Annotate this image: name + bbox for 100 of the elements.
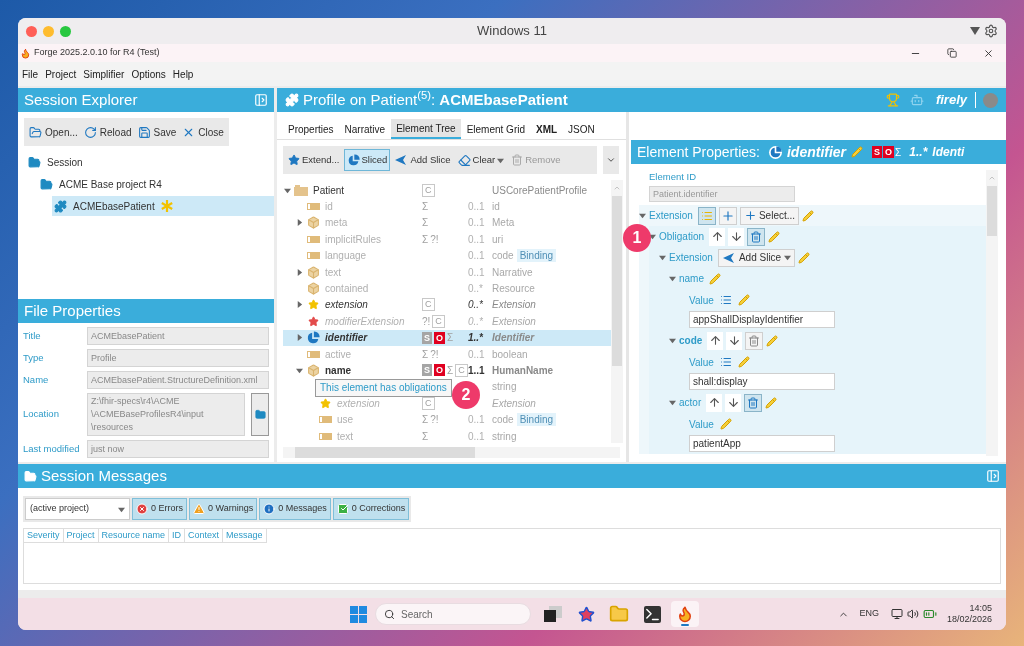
move-up-button[interactable] <box>706 393 723 412</box>
star-icon <box>577 605 595 623</box>
panel-title: File Properties <box>24 300 121 321</box>
add-slice-button[interactable]: Add Slice <box>717 248 796 267</box>
field-icon <box>318 416 332 424</box>
expand-arrow-icon[interactable] <box>295 219 303 227</box>
language-indicator[interactable]: ENG <box>859 607 879 621</box>
move-up-button[interactable] <box>709 227 726 246</box>
session-tree-item[interactable]: ACME Base project R4 <box>40 174 274 194</box>
caret-icon[interactable] <box>497 156 505 164</box>
tab[interactable]: Element Grid <box>461 119 530 139</box>
network-icon[interactable] <box>890 608 903 620</box>
move-up-button[interactable] <box>707 331 724 350</box>
value-field[interactable]: patientApp <box>689 435 835 453</box>
add-slice-button[interactable]: Add Slice <box>391 149 454 171</box>
tab[interactable]: Properties <box>283 119 339 139</box>
expand-arrow-icon[interactable] <box>295 301 303 309</box>
delete-button[interactable] <box>744 393 763 412</box>
filter-button[interactable]: 0 Warnings <box>189 498 258 520</box>
profile-title: Profile on Patient$^{(5)}$: ACMEbasePatient <box>303 88 568 110</box>
pencil-icon[interactable] <box>719 418 732 431</box>
menu-item[interactable]: File <box>22 66 39 82</box>
pencil-icon[interactable] <box>765 396 778 409</box>
pencil-icon[interactable] <box>737 356 750 369</box>
extend-button[interactable]: Extend... <box>285 149 343 171</box>
move-down-button[interactable] <box>728 227 745 246</box>
menu-item[interactable]: Options <box>131 66 166 82</box>
scrollbar-thumb[interactable] <box>612 196 622 366</box>
collapse-arrow-icon[interactable] <box>659 254 666 262</box>
filter-button[interactable]: 0 Errors <box>132 498 187 520</box>
start-icon[interactable] <box>350 605 367 623</box>
cardinality: 0..* <box>468 283 483 295</box>
pencil-icon[interactable] <box>766 334 779 347</box>
collapse-arrow-icon[interactable] <box>283 186 291 194</box>
close-icon[interactable] <box>983 47 994 59</box>
sliced-button[interactable]: Sliced <box>343 149 391 171</box>
browse-button[interactable] <box>251 393 269 436</box>
move-down-button[interactable] <box>725 393 742 412</box>
volume-icon[interactable] <box>906 608 919 620</box>
menu-item[interactable]: Simplifier <box>83 66 125 82</box>
settings-icon[interactable] <box>984 24 998 38</box>
tree-row[interactable]: Patient C USCorePatientProfile <box>283 182 611 199</box>
collapse-arrow-icon[interactable] <box>669 399 676 407</box>
scrollbar-thumb[interactable] <box>295 447 475 458</box>
delete-button[interactable] <box>745 331 764 350</box>
reload-button[interactable]: Reload <box>83 124 132 140</box>
clock-date[interactable]: 18/02/2026 <box>946 614 992 625</box>
pencil-icon[interactable] <box>802 209 815 222</box>
folder-icon <box>29 125 42 139</box>
filter-button[interactable]: 0 Messages <box>259 498 331 520</box>
obligation-flag: O <box>434 331 446 344</box>
expand-arrow-icon[interactable] <box>295 268 303 276</box>
expand-arrow-icon[interactable] <box>295 334 303 342</box>
scrollbar-thumb[interactable] <box>987 186 997 236</box>
caret-icon[interactable] <box>784 254 792 262</box>
filter-button[interactable]: 0 Corrections <box>332 498 410 520</box>
collapse-arrow-icon[interactable] <box>295 367 303 374</box>
dock-icon[interactable] <box>254 93 268 107</box>
select-button[interactable]: Select... <box>739 206 800 225</box>
tree-row[interactable]: extension C 0..* Extension <box>283 296 611 314</box>
tab[interactable]: Element Tree <box>391 119 461 139</box>
collapse-arrow-icon[interactable] <box>669 337 676 345</box>
clock-time[interactable]: 14:05 <box>969 603 992 614</box>
menu-item[interactable]: Project <box>45 66 77 82</box>
close-button[interactable]: Close <box>182 124 224 140</box>
list-icon <box>700 209 713 222</box>
pencil-icon[interactable] <box>798 251 811 264</box>
list-icon[interactable] <box>719 294 732 307</box>
collapse-arrow-icon[interactable] <box>639 212 646 220</box>
value-field[interactable]: appShallDisplayIdentifier <box>689 311 835 329</box>
dropdown-icon[interactable] <box>970 27 980 35</box>
session-tree-item[interactable]: ACMEbasePatient <box>52 196 274 216</box>
obligation-flag: O <box>883 146 895 158</box>
project-dropdown[interactable]: (active project) <box>25 498 130 520</box>
tree-row[interactable]: identifier S O Σ 1..* Identifier <box>283 329 611 346</box>
pencil-icon[interactable] <box>768 230 781 243</box>
search-field[interactable]: Search <box>375 603 531 625</box>
tab[interactable]: Narrative <box>339 119 391 139</box>
list-icon[interactable] <box>719 356 732 369</box>
menu-item[interactable]: Help <box>172 66 194 82</box>
pencil-icon[interactable] <box>709 272 721 285</box>
session-tree-item[interactable]: Session <box>28 152 274 172</box>
collapse-arrow-icon[interactable] <box>669 275 676 283</box>
dock-icon[interactable] <box>986 469 1000 483</box>
tab[interactable]: XML <box>531 119 563 139</box>
scrollbar[interactable] <box>611 180 623 443</box>
scrollbar[interactable] <box>986 170 998 456</box>
tab[interactable]: JSON <box>563 119 600 139</box>
cube-icon <box>306 216 320 230</box>
clear-button[interactable]: Clear <box>454 149 508 171</box>
scrollbar[interactable] <box>283 447 620 458</box>
move-down-button[interactable] <box>726 331 743 350</box>
pencil-icon[interactable] <box>737 294 750 307</box>
tree-row[interactable]: name S O Σ C 1..1 HumanName <box>283 362 611 379</box>
restore-icon[interactable] <box>947 48 957 58</box>
open-button[interactable]: Open... <box>29 124 78 140</box>
caret-icon[interactable] <box>118 505 125 513</box>
value-field[interactable]: shall:display <box>689 373 835 391</box>
delete-button[interactable] <box>747 227 766 246</box>
save-button[interactable]: Save <box>137 124 177 140</box>
